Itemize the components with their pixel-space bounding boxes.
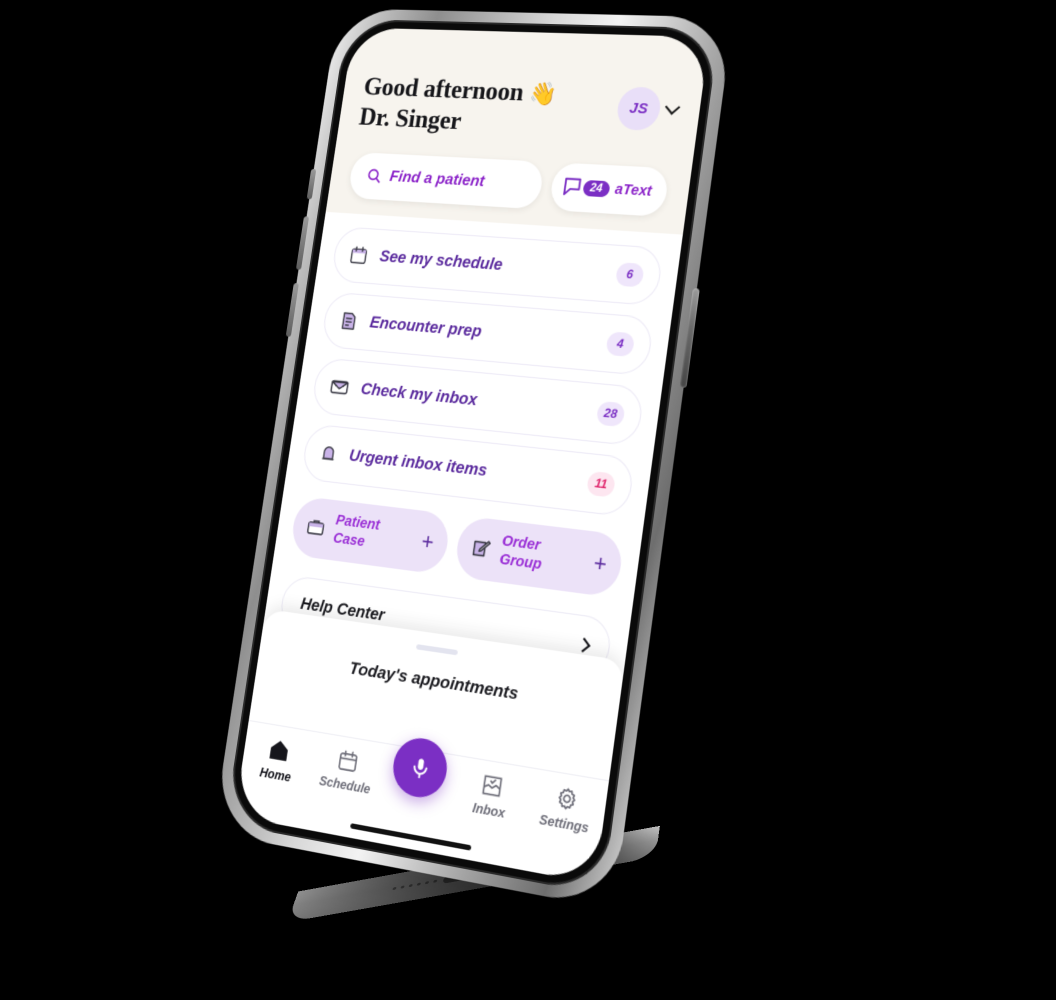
- edit-note-icon: [469, 536, 493, 561]
- chevron-down-icon[interactable]: [664, 99, 681, 115]
- search-placeholder: Find a patient: [388, 168, 486, 190]
- speaker-grille: [392, 879, 438, 891]
- calendar-icon: [336, 748, 361, 775]
- app-header: Good afternoon 👋 Dr. Singer JS Find a pa…: [325, 27, 710, 235]
- menu-item-label: Encounter prep: [368, 313, 483, 341]
- nav-item-label: Settings: [538, 812, 590, 836]
- chip-label: Order Group: [498, 533, 586, 580]
- nav-item-label: Inbox: [471, 800, 506, 821]
- menu-item-see-my-schedule[interactable]: See my schedule 6: [330, 225, 665, 306]
- menu-item-label: Urgent inbox items: [347, 446, 489, 480]
- inbox-icon: [479, 772, 505, 800]
- greeting-row: Good afternoon 👋 Dr. Singer JS: [357, 71, 681, 146]
- search-input[interactable]: Find a patient: [347, 151, 545, 209]
- envelope-icon: [328, 375, 351, 398]
- greeting-line-2: Dr. Singer: [357, 101, 464, 135]
- microphone-icon: [407, 757, 432, 782]
- sheet-grabber-handle[interactable]: [415, 644, 459, 656]
- speech-bubble-icon: [562, 175, 588, 198]
- briefcase-icon: [304, 515, 327, 539]
- menu-item-label: Check my inbox: [359, 379, 479, 409]
- search-row: Find a patient 24 aText: [347, 151, 670, 217]
- bottom-navigation: Home Schedule Inbox Settings: [234, 719, 610, 884]
- menu-item-badge: 4: [605, 330, 636, 357]
- greeting-line-1: Good afternoon: [362, 71, 526, 107]
- account-menu[interactable]: JS: [614, 86, 681, 132]
- fab-slot: [385, 734, 457, 802]
- chip-label: Patient Case: [332, 512, 415, 557]
- menu-item-badge: 28: [595, 400, 626, 427]
- atext-button[interactable]: 24 aText: [548, 161, 670, 217]
- phone-mockup: Good afternoon 👋 Dr. Singer JS Find a pa…: [212, 8, 734, 910]
- nav-item-home[interactable]: Home: [240, 732, 315, 788]
- voice-record-button[interactable]: [389, 734, 451, 802]
- home-indicator: [349, 823, 472, 851]
- atext-count-badge: 24: [582, 179, 611, 197]
- menu-item-badge: 11: [586, 470, 617, 498]
- waving-hand-icon: 👋: [527, 81, 558, 107]
- app-screen: Good afternoon 👋 Dr. Singer JS Find a pa…: [234, 27, 710, 884]
- gear-icon: [554, 785, 580, 813]
- search-icon: [365, 167, 383, 184]
- nav-item-schedule[interactable]: Schedule: [309, 743, 385, 798]
- calendar-icon: [348, 244, 370, 266]
- chevron-right-icon[interactable]: [576, 637, 591, 653]
- chip-label-line-2: Case: [332, 529, 366, 550]
- chip-order-group[interactable]: Order Group +: [452, 514, 625, 598]
- bell-icon: [318, 442, 339, 465]
- phone-bezel: Good afternoon 👋 Dr. Singer JS Find a pa…: [224, 18, 720, 896]
- add-order-group-button[interactable]: +: [592, 549, 608, 577]
- nav-item-label: Home: [258, 765, 292, 785]
- atext-label: aText: [613, 181, 653, 200]
- nav-item-settings[interactable]: Settings: [525, 780, 607, 838]
- screenshot-stage: Good afternoon 👋 Dr. Singer JS Find a pa…: [0, 0, 1056, 1000]
- chip-label-line-2: Group: [498, 550, 543, 573]
- menu-item-label: See my schedule: [378, 247, 504, 274]
- app-body: See my schedule 6 Encounter prep 4 Check…: [248, 211, 683, 781]
- greeting-text: Good afternoon 👋 Dr. Singer: [357, 71, 558, 140]
- add-patient-case-button[interactable]: +: [420, 528, 436, 555]
- avatar[interactable]: JS: [614, 86, 663, 132]
- chip-patient-case[interactable]: Patient Case +: [289, 495, 452, 575]
- sheet-title: Today's appointments: [348, 658, 520, 704]
- document-icon: [338, 310, 360, 332]
- home-icon: [269, 739, 289, 762]
